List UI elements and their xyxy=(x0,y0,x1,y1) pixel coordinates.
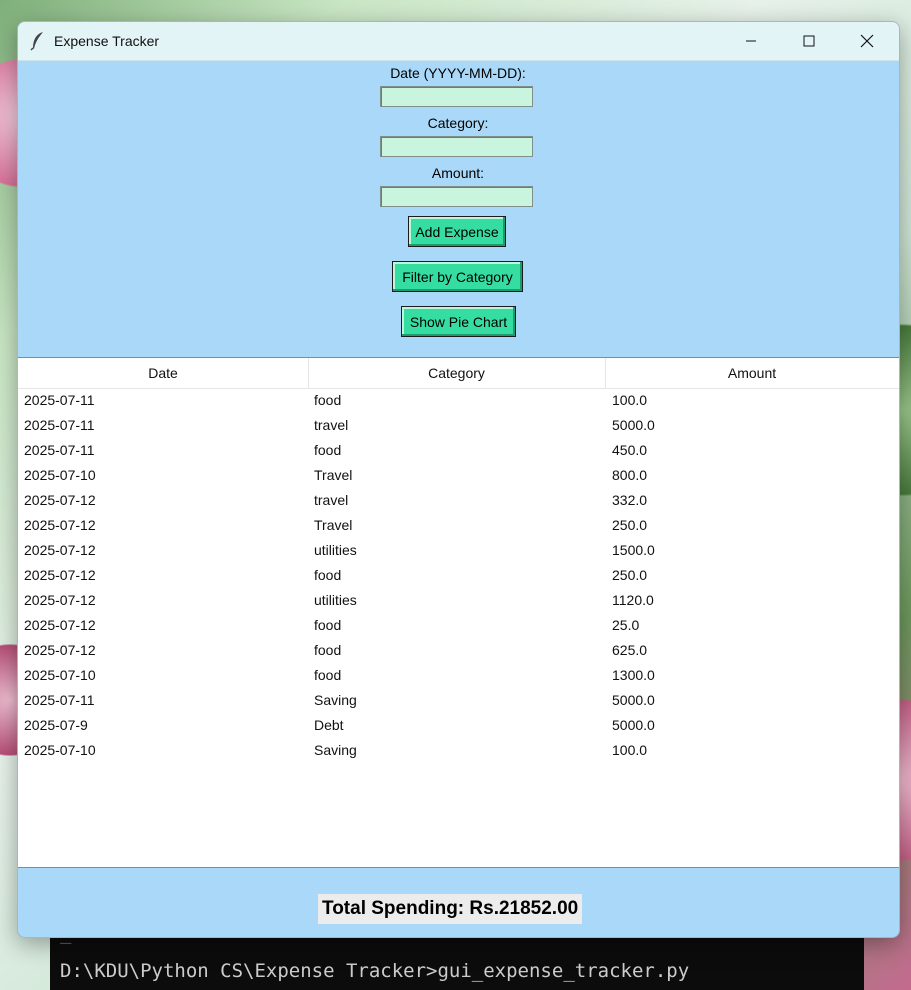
cell-category: food xyxy=(314,567,342,583)
table-row[interactable]: 2025-07-11 food 100.0 xyxy=(18,388,899,413)
cell-category: Travel xyxy=(314,517,353,533)
minimize-button[interactable] xyxy=(722,22,780,60)
cell-amount: 25.0 xyxy=(612,617,640,633)
close-icon xyxy=(860,34,874,48)
cell-category: Saving xyxy=(314,692,357,708)
table-row[interactable]: 2025-07-11 food 450.0 xyxy=(18,438,899,463)
minimize-icon xyxy=(746,40,756,42)
cell-date: 2025-07-11 xyxy=(24,442,95,458)
expense-entry-form: Date (YYYY-MM-DD): Category: Amount: Add… xyxy=(18,60,899,357)
table-body: 2025-07-11 food 100.0 2025-07-11 travel 5000.… xyxy=(18,388,899,763)
cell-category: food xyxy=(314,442,342,458)
cell-category: food xyxy=(314,642,342,658)
cell-amount: 1120.0 xyxy=(612,592,654,608)
cell-date: 2025-07-11 xyxy=(24,417,95,433)
table-row[interactable]: 2025-07-9 Debt 5000.0 xyxy=(18,713,899,738)
cell-category: Saving xyxy=(314,742,357,758)
amount-field[interactable] xyxy=(380,186,533,207)
expenses-table[interactable]: Date Category Amount 2025-07-11 food 100.0… xyxy=(18,357,899,868)
date-field[interactable] xyxy=(380,86,533,107)
cell-amount: 5000.0 xyxy=(612,417,655,433)
cell-date: 2025-07-10 xyxy=(24,667,96,683)
category-label: Category: xyxy=(427,115,489,131)
cell-amount: 1300.0 xyxy=(612,667,655,683)
maximize-icon xyxy=(803,35,815,47)
cell-category: Debt xyxy=(314,717,344,733)
cell-date: 2025-07-12 xyxy=(24,617,96,633)
cell-amount: 625.0 xyxy=(612,642,648,658)
table-row[interactable]: 2025-07-12 food 250.0 xyxy=(18,563,899,588)
table-row[interactable]: 2025-07-12 food 625.0 xyxy=(18,638,899,663)
close-button[interactable] xyxy=(838,22,896,60)
date-label: Date (YYYY-MM-DD): xyxy=(390,65,526,81)
table-row[interactable]: 2025-07-12 utilities 1500.0 xyxy=(18,538,899,563)
cell-date: 2025-07-12 xyxy=(24,642,96,658)
table-row[interactable]: 2025-07-12 travel 332.0 xyxy=(18,488,899,513)
category-field[interactable] xyxy=(380,136,533,157)
table-row[interactable]: 2025-07-12 food 25.0 xyxy=(18,613,899,638)
cell-category: utilities xyxy=(314,542,357,558)
show-pie-chart-button[interactable]: Show Pie Chart xyxy=(401,306,516,337)
cell-category: Travel xyxy=(314,467,353,483)
table-row[interactable]: 2025-07-12 utilities 1120.0 xyxy=(18,588,899,613)
cell-amount: 5000.0 xyxy=(612,692,655,708)
column-header-amount[interactable]: Amount xyxy=(605,358,899,388)
feather-icon xyxy=(30,32,43,51)
window-title: Expense Tracker xyxy=(54,33,160,49)
cell-date: 2025-07-12 xyxy=(24,542,96,558)
column-header-category[interactable]: Category xyxy=(308,358,606,388)
table-row[interactable]: 2025-07-10 Saving 100.0 xyxy=(18,738,899,763)
cell-amount: 5000.0 xyxy=(612,717,655,733)
cell-date: 2025-07-11 xyxy=(24,692,95,708)
cell-amount: 100.0 xyxy=(612,392,648,408)
table-row[interactable]: 2025-07-12 Travel 250.0 xyxy=(18,513,899,538)
footer-panel: Total Spending: Rs.21852.00 xyxy=(18,868,899,937)
filter-by-category-button[interactable]: Filter by Category xyxy=(392,261,523,292)
title-bar[interactable]: Expense Tracker xyxy=(18,22,899,61)
cell-amount: 100.0 xyxy=(612,742,648,758)
table-header: Date Category Amount xyxy=(18,358,899,389)
cell-amount: 332.0 xyxy=(612,492,648,508)
cell-date: 2025-07-10 xyxy=(24,467,96,483)
cell-date: 2025-07-9 xyxy=(24,717,88,733)
maximize-button[interactable] xyxy=(780,22,838,60)
cell-amount: 800.0 xyxy=(612,467,648,483)
cell-amount: 1500.0 xyxy=(612,542,655,558)
cell-date: 2025-07-10 xyxy=(24,742,96,758)
cell-category: food xyxy=(314,667,342,683)
amount-label: Amount: xyxy=(431,165,485,181)
cell-date: 2025-07-12 xyxy=(24,517,96,533)
cell-category: utilities xyxy=(314,592,357,608)
cell-category: food xyxy=(314,392,342,408)
cell-date: 2025-07-12 xyxy=(24,492,96,508)
expense-tracker-window: Expense Tracker Date (YYYY-MM-DD): Categ… xyxy=(17,21,900,938)
cell-amount: 450.0 xyxy=(612,442,648,458)
cell-date: 2025-07-12 xyxy=(24,592,96,608)
cell-date: 2025-07-11 xyxy=(24,392,95,408)
column-header-date[interactable]: Date xyxy=(18,358,309,388)
terminal-prompt-line: D:\KDU\Python CS\Expense Tracker>gui_exp… xyxy=(60,960,690,982)
cell-category: food xyxy=(314,617,342,633)
table-row[interactable]: 2025-07-11 Saving 5000.0 xyxy=(18,688,899,713)
cell-amount: 250.0 xyxy=(612,567,648,583)
total-spending-label: Total Spending: Rs.21852.00 xyxy=(318,894,583,924)
cell-category: travel xyxy=(314,492,349,508)
cell-date: 2025-07-12 xyxy=(24,567,96,583)
cell-amount: 250.0 xyxy=(612,517,648,533)
table-row[interactable]: 2025-07-11 travel 5000.0 xyxy=(18,413,899,438)
add-expense-button[interactable]: Add Expense xyxy=(408,216,506,247)
table-row[interactable]: 2025-07-10 Travel 800.0 xyxy=(18,463,899,488)
table-row[interactable]: 2025-07-10 food 1300.0 xyxy=(18,663,899,688)
cell-category: travel xyxy=(314,417,349,433)
